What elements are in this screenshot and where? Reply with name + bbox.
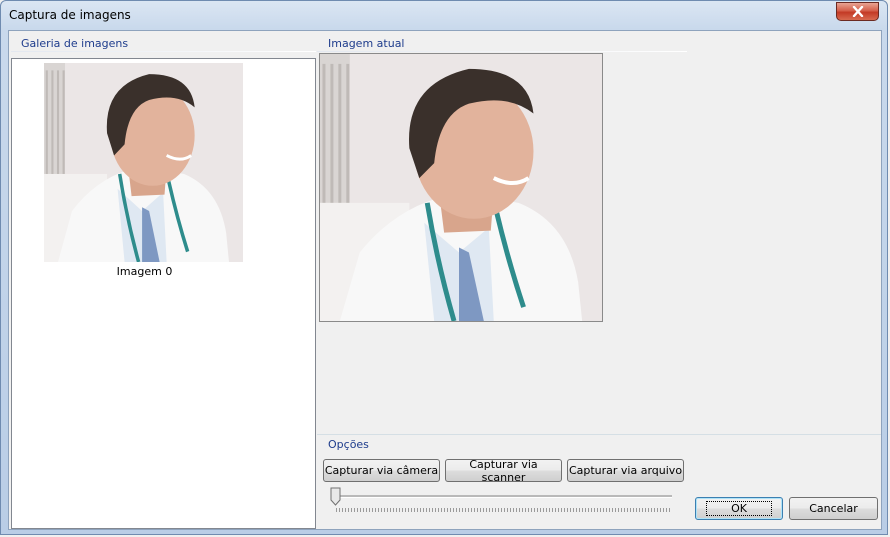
close-button[interactable] xyxy=(836,2,879,21)
gallery-item-caption: Imagem 0 xyxy=(116,265,173,278)
capture-file-label: Capturar via arquivo xyxy=(568,464,683,477)
zoom-slider-ticks xyxy=(336,508,672,512)
dialog-window: Captura de imagens Galeria de imagens Im… xyxy=(0,0,888,535)
gallery-header-label: Galeria de imagens xyxy=(21,37,129,50)
close-icon xyxy=(852,6,863,17)
zoom-slider-track[interactable] xyxy=(336,495,672,498)
capture-camera-button[interactable]: Capturar via câmera xyxy=(323,459,440,482)
current-image-header-label: Imagem atual xyxy=(328,37,405,50)
doctor-photo-thumbnail xyxy=(44,63,243,262)
options-group-header: Opções xyxy=(317,435,877,453)
capture-file-button[interactable]: Capturar via arquivo xyxy=(567,459,684,482)
title-bar[interactable]: Captura de imagens xyxy=(1,1,887,30)
ok-label: OK xyxy=(706,501,772,516)
current-image-preview xyxy=(319,53,603,322)
cancel-label: Cancelar xyxy=(809,502,858,515)
window-title: Captura de imagens xyxy=(9,8,131,22)
dialog-client-area: Galeria de imagens Imagem 0 Imagem atual… xyxy=(8,30,882,530)
doctor-photo-current xyxy=(320,54,602,321)
gallery-thumbnail[interactable] xyxy=(44,63,243,262)
capture-scanner-button[interactable]: Capturar via scanner xyxy=(445,457,562,484)
capture-scanner-label: Capturar via scanner xyxy=(469,457,538,484)
zoom-slider-thumb[interactable] xyxy=(330,487,341,506)
ok-button[interactable]: OK xyxy=(695,497,783,520)
current-image-group-header: Imagem atual xyxy=(317,34,687,52)
gallery-group-header: Galeria de imagens xyxy=(11,34,316,52)
cancel-button[interactable]: Cancelar xyxy=(789,497,878,520)
capture-camera-label: Capturar via câmera xyxy=(324,464,439,477)
options-header-label: Opções xyxy=(328,438,369,451)
image-gallery-list[interactable]: Imagem 0 xyxy=(11,58,316,529)
